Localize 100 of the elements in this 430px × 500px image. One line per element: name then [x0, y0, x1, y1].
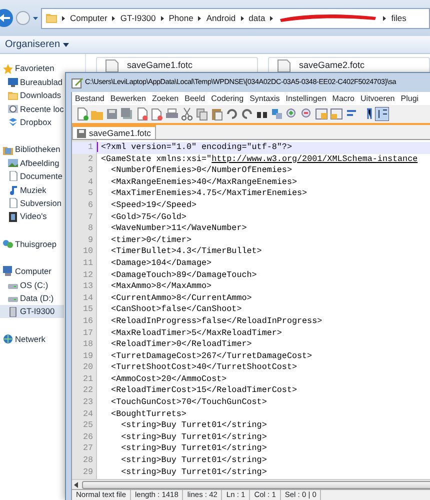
- breadcrumb-item[interactable]: Android: [206, 12, 236, 24]
- homegroup-icon: [3, 238, 13, 249]
- sidebar-item[interactable]: Bureaublad: [0, 75, 64, 89]
- menu-item[interactable]: Zoeken: [148, 92, 182, 105]
- code-line: <TimerBullet>4.3</TimerBullet>: [110, 246, 262, 256]
- save-all-icon[interactable]: [120, 107, 134, 121]
- code-line: <MaxReloadTimer>5</MaxReloadTimer>: [110, 328, 282, 338]
- sidebar-item[interactable]: OS (C:): [0, 278, 64, 292]
- address-bar[interactable]: Computer GT-I9300 Phone Android data files: [41, 8, 430, 28]
- new-file-icon[interactable]: [75, 107, 89, 121]
- sidebar-item[interactable]: Downloads: [0, 88, 64, 102]
- code-line: <MaxTimerEnemies>4.75</MaxTimerEnemies>: [110, 188, 308, 198]
- line-number: 27: [82, 443, 93, 454]
- code-link[interactable]: http://www.w3.org/2001/XMLSchema-instance: [212, 154, 418, 164]
- menu-item[interactable]: Macro: [329, 92, 358, 105]
- breadcrumb-item[interactable]: data: [248, 12, 266, 24]
- breadcrumb-item[interactable]: Phone: [168, 12, 194, 24]
- chevron-icon: [61, 14, 66, 22]
- line-number: 15: [82, 304, 93, 314]
- sidebar-item[interactable]: Recente loc: [0, 102, 64, 116]
- code-line: <CanShoot>false</CanShoot>: [110, 304, 242, 314]
- breadcrumb-item[interactable]: files: [391, 12, 406, 24]
- recent-icon: [8, 104, 18, 114]
- indent-guide-icon[interactable]: [375, 107, 389, 121]
- save-icon[interactable]: [105, 107, 119, 121]
- code-line: <string>Buy Turret01</string>: [120, 420, 267, 430]
- cut-icon[interactable]: [180, 107, 194, 121]
- sidebar-heading[interactable]: Bibliotheken: [15, 143, 60, 156]
- line-number: 16: [82, 316, 93, 326]
- print-icon[interactable]: [165, 107, 179, 121]
- chevron-icon: [197, 14, 202, 22]
- code-line: <Damage>104</Damage>: [110, 258, 212, 268]
- code-line: <?xml version="1.0" encoding="utf-8"?>: [97, 142, 292, 152]
- copy-icon[interactable]: [195, 107, 209, 121]
- save-icon: [77, 128, 86, 138]
- sidebar-heading[interactable]: Netwerk: [15, 332, 46, 346]
- line-number: 6: [88, 200, 93, 210]
- close-file-icon[interactable]: [135, 107, 149, 121]
- sidebar-heading[interactable]: Computer: [15, 265, 52, 278]
- line-number: 20: [82, 362, 93, 372]
- box-icon: [8, 117, 18, 128]
- file-tab[interactable]: saveGame1.fotc: [72, 125, 156, 139]
- menu-item[interactable]: Bewerken: [107, 92, 149, 105]
- folder-icon: [46, 12, 57, 24]
- notepad-icon: [71, 76, 83, 88]
- code-line: <GameState xmlns:xsi=": [100, 154, 212, 164]
- sidebar-item[interactable]: GT-I9300: [0, 304, 64, 318]
- music-icon: [8, 184, 18, 195]
- redo-icon[interactable]: [240, 107, 254, 121]
- sidebar-heading[interactable]: Favorieten: [15, 62, 54, 75]
- image-icon: [8, 158, 18, 168]
- code-line: <TouchGunCost>70</TouchGunCost>: [110, 397, 267, 408]
- organize-menu[interactable]: Organiseren: [3, 37, 72, 52]
- line-number: 4: [88, 176, 93, 187]
- menu-item[interactable]: Codering: [208, 92, 247, 105]
- code-line: <Speed>19</Speed>: [110, 200, 196, 210]
- sidebar-item[interactable]: Data (D:): [0, 291, 64, 305]
- line-number: 17: [82, 328, 93, 338]
- star-icon: [3, 64, 13, 74]
- code-line: <DamageTouch>89</DamageTouch>: [110, 270, 257, 280]
- menu-item[interactable]: Beeld: [182, 92, 208, 105]
- close-all-icon[interactable]: [150, 107, 164, 121]
- network-icon: [3, 334, 13, 344]
- sidebar-heading[interactable]: Thuisgroep: [15, 238, 57, 250]
- sidebar-item[interactable]: Documente: [0, 170, 64, 184]
- menu-item[interactable]: Uitvoeren: [358, 92, 398, 105]
- code-line: <NumberOfEnemies>0</NumberOfEnemies>: [110, 165, 292, 176]
- chevron-icon: [269, 14, 274, 22]
- sidebar-item[interactable]: Dropbox: [0, 116, 64, 129]
- code-line: <MaxAmmo>8</MaxAmmo>: [110, 281, 212, 292]
- undo-icon[interactable]: [225, 107, 239, 121]
- menu-item[interactable]: Instellingen: [282, 92, 330, 105]
- paste-icon[interactable]: [210, 107, 224, 121]
- window-icon[interactable]: [330, 107, 344, 121]
- back-icon[interactable]: [0, 8, 14, 28]
- chevron-icon: [111, 14, 116, 22]
- sidebar-item[interactable]: Subversion: [0, 196, 64, 210]
- sidebar-item[interactable]: Afbeelding: [0, 156, 64, 170]
- line-number: 23: [82, 397, 93, 408]
- window-icon[interactable]: [315, 107, 329, 121]
- line-number: 2: [88, 154, 93, 164]
- library-icon: [3, 144, 13, 155]
- code-line: <ReloadInProgress>false</ReloadInProgress>: [110, 316, 322, 326]
- menu-item[interactable]: Bestand: [72, 92, 108, 105]
- sidebar-item[interactable]: Muziek: [0, 183, 64, 197]
- sidebar-item[interactable]: Video's: [0, 210, 64, 224]
- document-icon: [8, 198, 18, 208]
- scrollbar-thumb[interactable]: [82, 480, 430, 488]
- menu-item[interactable]: Plugi: [398, 92, 422, 105]
- line-number: 11: [82, 258, 93, 268]
- code-line: <CurrentAmmo>8</CurrentAmmo>: [110, 292, 252, 303]
- line-number: 24: [82, 408, 93, 419]
- breadcrumb-item[interactable]: Computer: [70, 12, 108, 24]
- breadcrumb-item[interactable]: GT-I9300: [120, 12, 156, 24]
- line-number: 1: [88, 142, 93, 152]
- line-number: 7: [88, 212, 93, 222]
- film-icon: [8, 212, 18, 222]
- chevron-icon: [160, 14, 165, 22]
- line-number: 5: [88, 188, 93, 198]
- menu-item[interactable]: Syntaxis: [246, 92, 283, 105]
